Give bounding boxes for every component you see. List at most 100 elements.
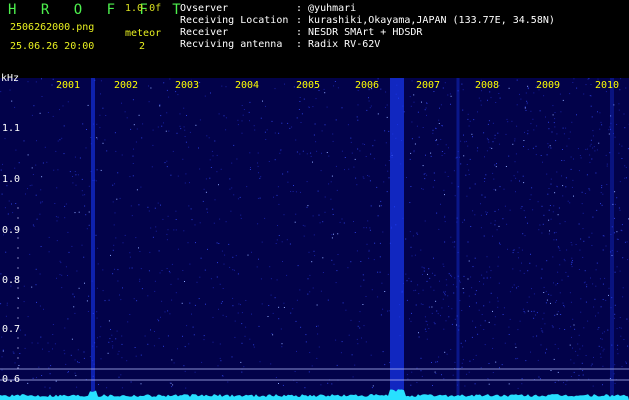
noise-pixel: [113, 244, 115, 246]
noise-pixel: [280, 328, 282, 330]
noise-pixel: [148, 210, 150, 212]
noise-pixel: [81, 244, 83, 246]
noise-pixel: [296, 382, 298, 383]
noise-pixel: [183, 230, 185, 232]
noise-pixel: [40, 246, 42, 247]
noise-pixel: [327, 299, 329, 301]
noise-pixel: [278, 235, 280, 236]
noise-pixel: [578, 374, 580, 376]
noise-pixel: [487, 139, 489, 141]
noise-pixel: [601, 338, 603, 340]
noise-pixel: [75, 174, 77, 176]
noise-pixel: [287, 122, 289, 124]
noise-pixel: [552, 211, 554, 213]
noise-pixel: [494, 137, 496, 139]
noise-pixel: [454, 318, 456, 320]
noise-pixel: [592, 147, 594, 149]
noise-pixel: [268, 161, 270, 162]
noise-pixel: [121, 102, 122, 104]
noise-pixel: [339, 221, 341, 223]
noise-pixel: [154, 290, 156, 292]
noise-pixel: [350, 319, 352, 321]
noise-pixel: [371, 387, 373, 389]
noise-pixel: [591, 245, 593, 246]
noise-pixel: [55, 150, 57, 152]
noise-pixel: [385, 142, 387, 144]
noise-pixel: [536, 335, 538, 337]
noise-pixel: [120, 374, 122, 376]
noise-pixel: [29, 253, 31, 255]
noise-pixel: [370, 354, 372, 356]
noise-pixel: [586, 174, 588, 176]
noise-pixel: [292, 308, 294, 310]
noise-pixel: [194, 371, 196, 373]
spectrogram-plot[interactable]: [0, 78, 629, 400]
noise-pixel: [627, 345, 629, 347]
noise-pixel: [186, 115, 187, 116]
noise-pixel: [249, 338, 251, 340]
noise-pixel: [343, 222, 345, 224]
noise-pixel: [190, 208, 192, 210]
noise-pixel: [517, 252, 519, 253]
noise-pixel: [275, 243, 277, 244]
noise-pixel: [173, 229, 175, 231]
noise-pixel: [582, 345, 584, 347]
noise-pixel: [554, 126, 556, 128]
noise-pixel: [406, 299, 408, 301]
noise-pixel: [95, 180, 97, 182]
noise-pixel: [150, 227, 152, 229]
noise-pixel: [536, 312, 538, 314]
noise-pixel: [582, 370, 584, 372]
noise-pixel: [567, 200, 569, 202]
noise-pixel: [545, 352, 546, 354]
noise-pixel: [183, 107, 185, 109]
noise-pixel: [260, 117, 262, 119]
noise-pixel: [157, 126, 159, 128]
noise-pixel: [626, 318, 628, 320]
noise-pixel: [199, 168, 201, 170]
noise-pixel: [467, 241, 469, 243]
noise-pixel: [557, 186, 558, 188]
noise-pixel: [32, 377, 34, 379]
noise-pixel: [388, 177, 390, 179]
noise-pixel: [432, 132, 434, 134]
noise-pixel: [570, 301, 572, 303]
noise-pixel: [625, 361, 627, 363]
noise-pixel: [546, 154, 548, 156]
noise-pixel: [573, 362, 575, 364]
noise-pixel: [592, 135, 594, 137]
noise-pixel: [444, 351, 446, 353]
noise-pixel: [334, 81, 336, 82]
noise-pixel: [508, 87, 510, 89]
noise-pixel: [208, 137, 210, 139]
noise-pixel: [553, 205, 555, 207]
noise-pixel: [503, 188, 505, 190]
noise-pixel: [518, 257, 519, 259]
noise-pixel: [588, 236, 590, 238]
noise-pixel: [504, 205, 506, 207]
noise-pixel: [440, 104, 442, 106]
noise-pixel: [282, 173, 284, 175]
noise-pixel: [625, 177, 627, 179]
noise-pixel: [472, 359, 474, 360]
noise-pixel: [300, 326, 302, 328]
noise-pixel: [75, 184, 77, 186]
noise-pixel: [498, 282, 500, 284]
noise-pixel: [361, 337, 362, 339]
noise-pixel: [74, 372, 76, 374]
noise-pixel: [410, 320, 412, 322]
noise-pixel: [543, 214, 545, 216]
noise-pixel: [277, 225, 278, 226]
noise-pixel: [460, 163, 462, 165]
noise-pixel: [420, 370, 422, 372]
noise-pixel: [124, 111, 126, 113]
noise-pixel: [475, 354, 477, 356]
noise-pixel: [131, 267, 133, 269]
noise-pixel: [270, 278, 272, 280]
noise-pixel: [443, 378, 445, 380]
noise-pixel: [624, 241, 626, 243]
noise-pixel: [508, 326, 510, 328]
noise-pixel: [360, 285, 362, 287]
noise-pixel: [441, 151, 443, 152]
noise-pixel: [515, 191, 516, 193]
